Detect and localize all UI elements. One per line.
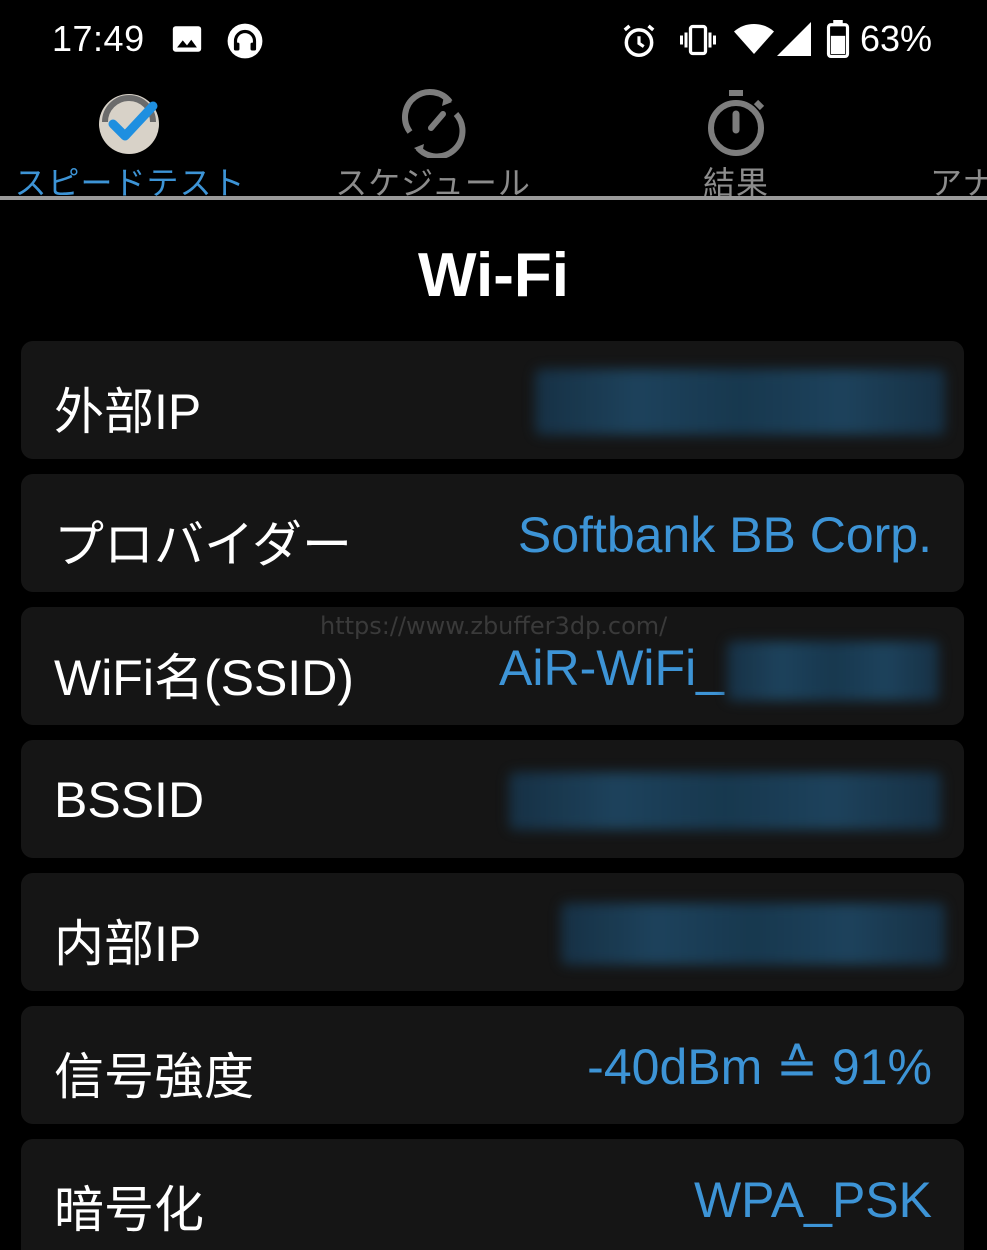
tab-analysis[interactable]: アナ (930, 82, 987, 201)
tab-divider (0, 196, 987, 200)
redacted-value (561, 903, 945, 965)
row-label: 暗号化 (54, 1182, 204, 1238)
image-icon (170, 22, 204, 61)
info-row-external-ip: 外部IP (21, 341, 964, 459)
stopwatch-icon (704, 88, 768, 163)
signal-icon (776, 22, 812, 61)
row-label: プロバイダー (54, 517, 352, 573)
battery-percent: 63% (860, 18, 933, 59)
info-row-provider: プロバイダー Softbank BB Corp. (21, 474, 964, 592)
row-value: AiR-WiFi_ (499, 640, 724, 696)
tab-schedule[interactable]: スケジュール (316, 82, 550, 201)
row-value: -40dBm ≙ 91% (587, 1039, 932, 1095)
info-row-signal-strength: 信号強度 -40dBm ≙ 91% (21, 1006, 964, 1124)
redacted-value (509, 772, 941, 830)
info-row-encryption: 暗号化 WPA_PSK (21, 1139, 964, 1250)
status-bar: 17:49 63% (0, 0, 987, 80)
schedule-gauge-icon (398, 88, 468, 163)
redacted-value (535, 369, 945, 435)
row-value: WPA_PSK (693, 1172, 932, 1228)
info-row-internal-ip: 内部IP (21, 873, 964, 991)
row-label: 信号強度 (54, 1049, 254, 1105)
row-label: BSSID (54, 772, 205, 828)
info-row-bssid: BSSID (21, 740, 964, 858)
headset-icon (226, 22, 264, 65)
redacted-value (727, 641, 939, 701)
row-label: 内部IP (54, 916, 202, 972)
status-time: 17:49 (52, 18, 145, 59)
wifi-icon (734, 22, 774, 61)
row-value: Softbank BB Corp. (517, 507, 932, 563)
alarm-icon (620, 22, 658, 65)
speedtest-check-icon (95, 88, 165, 159)
watermark: https://www.zbuffer3dp.com/ (320, 612, 668, 640)
tab-results[interactable]: 結果 (660, 82, 812, 201)
row-label: 外部IP (54, 384, 202, 440)
section-title: Wi-Fi (418, 241, 569, 310)
tab-speedtest[interactable]: スピードテスト (0, 82, 260, 201)
vibrate-icon (678, 22, 718, 63)
battery-icon (826, 20, 850, 63)
row-label: WiFi名(SSID) (54, 650, 354, 706)
tab-bar: スピードテスト スケジュール 結果 アナ (0, 82, 987, 202)
